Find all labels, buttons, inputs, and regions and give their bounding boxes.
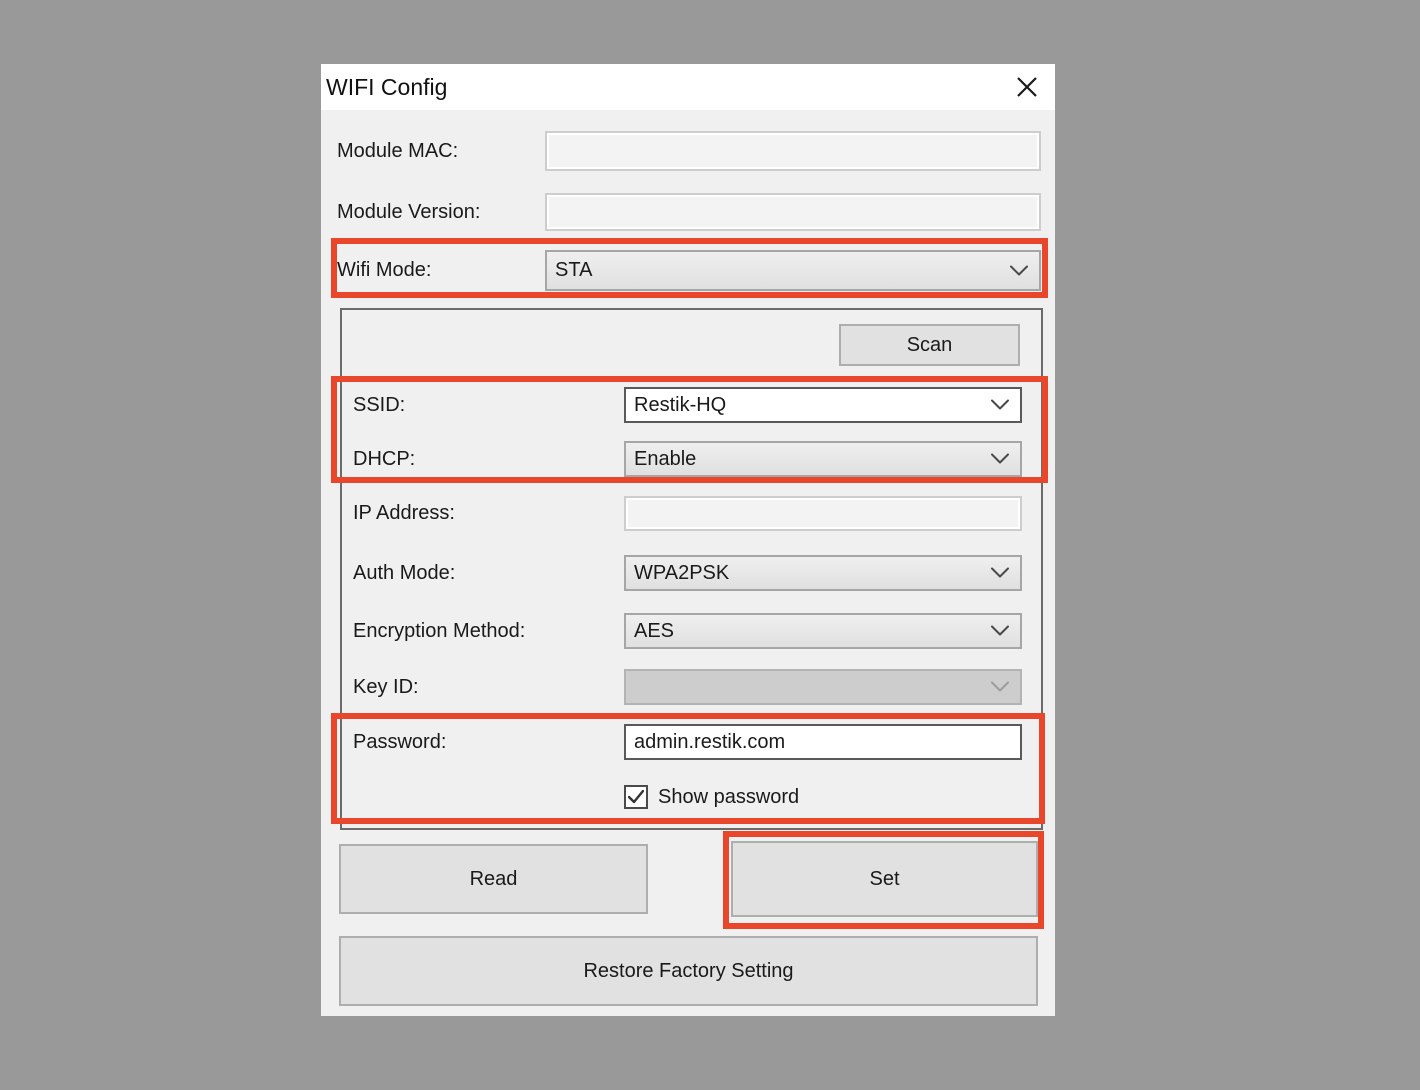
chevron-down-icon — [990, 400, 1010, 411]
ssid-dropdown[interactable]: Restik-HQ — [624, 387, 1022, 423]
password-input[interactable] — [624, 724, 1022, 760]
show-password-label[interactable]: Show password — [658, 785, 799, 809]
chevron-down-icon — [990, 626, 1010, 637]
dhcp-dropdown[interactable]: Enable — [624, 441, 1022, 477]
module-mac-field[interactable] — [545, 131, 1041, 171]
wifi-config-dialog: WIFI Config Module MAC: Module Version: … — [321, 64, 1055, 1016]
wifi-mode-dropdown[interactable]: STA — [545, 250, 1041, 291]
auth-mode-label: Auth Mode: — [353, 555, 455, 591]
chevron-down-icon — [1009, 265, 1029, 276]
ip-address-field — [624, 496, 1022, 531]
scan-button[interactable]: Scan — [839, 324, 1020, 366]
wifi-mode-value: STA — [555, 259, 1039, 282]
chevron-down-icon — [990, 454, 1010, 465]
wifi-mode-label: Wifi Mode: — [337, 250, 431, 291]
close-button[interactable] — [1009, 69, 1045, 105]
dhcp-value: Enable — [634, 448, 1020, 471]
auth-mode-value: WPA2PSK — [634, 562, 1020, 585]
window-title: WIFI Config — [321, 74, 447, 101]
module-version-field[interactable] — [545, 193, 1041, 231]
show-password-checkbox[interactable] — [624, 785, 648, 809]
auth-mode-dropdown[interactable]: WPA2PSK — [624, 555, 1022, 591]
chevron-down-icon — [990, 682, 1010, 693]
read-button[interactable]: Read — [339, 844, 648, 914]
encryption-method-label: Encryption Method: — [353, 613, 525, 649]
module-version-label: Module Version: — [337, 193, 480, 231]
sta-settings-group: Scan SSID: Restik-HQ DHCP: Enable IP Add… — [340, 308, 1043, 830]
dhcp-label: DHCP: — [353, 441, 415, 477]
encryption-method-value: AES — [634, 620, 1020, 643]
password-label: Password: — [353, 724, 446, 760]
key-id-label: Key ID: — [353, 669, 419, 705]
chevron-down-icon — [990, 568, 1010, 579]
checkmark-icon — [628, 790, 644, 804]
titlebar: WIFI Config — [321, 64, 1055, 110]
ssid-value: Restik-HQ — [634, 394, 1020, 417]
ssid-label: SSID: — [353, 387, 405, 423]
key-id-dropdown — [624, 669, 1022, 705]
encryption-method-dropdown[interactable]: AES — [624, 613, 1022, 649]
restore-factory-setting-button[interactable]: Restore Factory Setting — [339, 936, 1038, 1006]
ip-address-label: IP Address: — [353, 496, 455, 531]
module-mac-label: Module MAC: — [337, 131, 458, 171]
set-button[interactable]: Set — [731, 841, 1038, 917]
close-icon — [1014, 74, 1040, 100]
